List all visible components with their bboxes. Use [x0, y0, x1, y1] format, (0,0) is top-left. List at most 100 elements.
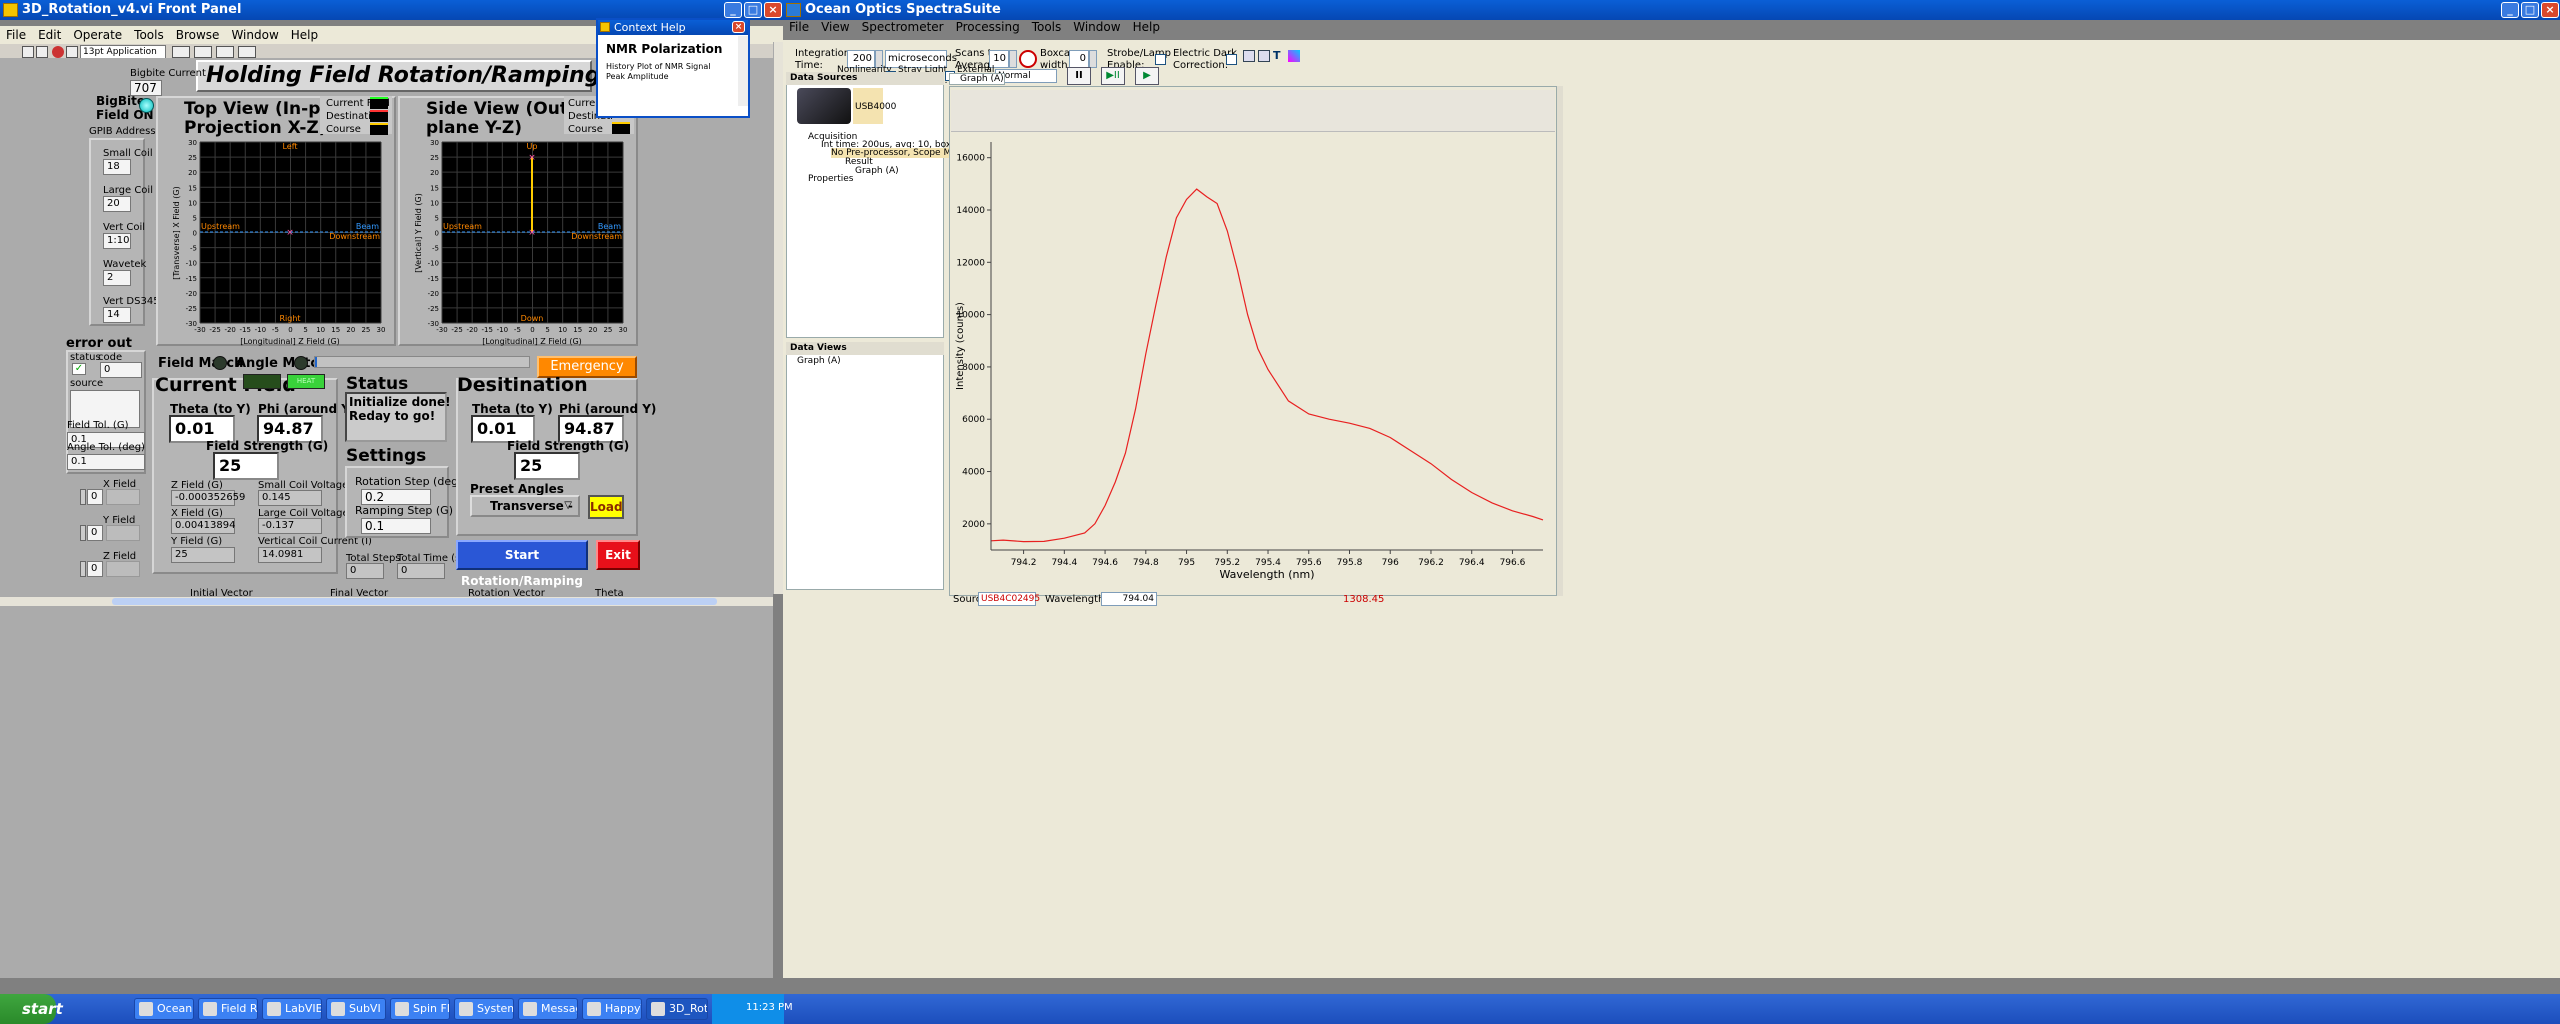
x-field-spinner-icon[interactable] [80, 489, 86, 505]
load-button[interactable]: Load [588, 495, 624, 519]
horizontal-scroll-thumb[interactable] [112, 598, 717, 605]
oo-menu-file[interactable]: File [789, 20, 809, 34]
y-tick-label: 12000 [956, 258, 985, 268]
ocean-app-icon [786, 3, 801, 17]
task-field-rotation[interactable]: Field Rota... [198, 998, 258, 1020]
task-message[interactable]: Message ... [518, 998, 578, 1020]
menu-edit[interactable]: Edit [38, 28, 61, 42]
task-happyvalley[interactable]: HappyVal... [582, 998, 642, 1020]
exit-button[interactable]: Exit [596, 540, 640, 570]
gpib-wavetek-value[interactable]: 2 [103, 270, 131, 286]
run-continuous-icon[interactable] [36, 46, 48, 58]
task-system-status[interactable]: System St... [454, 998, 514, 1020]
minimize-icon[interactable]: _ [724, 2, 742, 18]
tree-graph-a[interactable]: Graph (A) [855, 166, 899, 176]
menu-operate[interactable]: Operate [73, 28, 122, 42]
strobe-checkbox[interactable] [1155, 54, 1166, 65]
oo-menu-help[interactable]: Help [1133, 20, 1160, 34]
abort-icon[interactable] [52, 46, 64, 58]
color-icon[interactable] [1288, 50, 1300, 62]
wavelength-input[interactable]: 794.04 [1101, 592, 1157, 606]
context-help-close-icon[interactable]: × [732, 21, 745, 33]
distribute-icon[interactable] [194, 46, 212, 58]
gpib-wavetek-label: Wavetek [103, 259, 147, 270]
graph-tab[interactable]: Graph (A) [949, 73, 1005, 85]
gpib-large-coil-value[interactable]: 20 [103, 196, 131, 212]
dest-field-strength-value[interactable]: 25 [514, 452, 580, 480]
task-spin-flip[interactable]: Spin Flip S... [390, 998, 450, 1020]
z-field-value[interactable]: 0 [87, 561, 103, 577]
status-text: Initialize done! Reday to go! [349, 395, 451, 423]
pause-acquisition-icon[interactable]: II [1067, 67, 1091, 85]
electric-dark-checkbox[interactable] [1226, 54, 1237, 65]
oo-menu-tools[interactable]: Tools [1032, 20, 1062, 34]
labview-title-bar: 3D_Rotation_v4.vi Front Panel _ □ × [0, 0, 783, 20]
y-field-spinner-icon[interactable] [80, 525, 86, 541]
horizontal-scrollbar[interactable] [0, 596, 773, 606]
top-xtick-label: 10 [316, 326, 325, 334]
top-xtick-label: 20 [346, 326, 355, 334]
task-ocean-optics[interactable]: Ocean Op... [134, 998, 194, 1020]
table-icon[interactable] [1243, 50, 1255, 62]
ocean-minimize-icon[interactable]: _ [2501, 2, 2519, 18]
align-icon[interactable] [172, 46, 190, 58]
gpib-vert-ds345-value[interactable]: 14 [103, 307, 131, 323]
ramping-step-value[interactable]: 0.1 [361, 518, 431, 534]
task-subvi[interactable]: SubVI [326, 998, 386, 1020]
task-labview[interactable]: LabVIEW [262, 998, 322, 1020]
menu-file[interactable]: File [6, 28, 26, 42]
x-field-value[interactable]: 0 [87, 489, 103, 505]
intensity-readout: 1308.45 [1343, 594, 1385, 605]
single-acquisition-icon[interactable]: ▶II [1101, 67, 1125, 85]
stop-acquisition-icon[interactable] [1019, 50, 1037, 68]
angle-tol-value[interactable]: 0.1 [67, 454, 145, 470]
task-3d-label: 3D_Rotat... [669, 1002, 708, 1015]
oo-menu-view[interactable]: View [821, 20, 849, 34]
close-icon[interactable]: × [764, 2, 782, 18]
oo-menu-processing[interactable]: Processing [956, 20, 1020, 34]
font-selector[interactable]: 13pt Application Font [80, 45, 166, 69]
start-rotation-button[interactable]: Start Rotation/Ramping [456, 540, 588, 588]
ocean-close-icon[interactable]: × [2541, 2, 2559, 18]
menu-tools[interactable]: Tools [134, 28, 164, 42]
scans-spinner-icon[interactable] [1009, 50, 1017, 68]
maximize-icon[interactable]: □ [744, 2, 762, 18]
pause-icon[interactable] [66, 46, 78, 58]
menu-help[interactable]: Help [291, 28, 318, 42]
context-help-scrollbar[interactable] [738, 36, 748, 106]
z-field-spinner-icon[interactable] [80, 561, 86, 577]
side-xtick-label: 5 [545, 326, 549, 334]
menu-window[interactable]: Window [231, 28, 278, 42]
graph-tab-label: Graph (A) [960, 74, 1004, 84]
side-label-upstream: Upstream [443, 222, 482, 231]
resize-icon[interactable] [216, 46, 234, 58]
data-views-graph-item[interactable]: Graph (A) [797, 356, 841, 366]
rotation-step-value[interactable]: 0.2 [361, 489, 431, 505]
boxcar-input[interactable]: 0 [1069, 50, 1089, 68]
data-sources-header: Data Sources [786, 72, 944, 85]
ocean-maximize-icon[interactable]: □ [2521, 2, 2539, 18]
preset-angles-select[interactable]: Transverse - ▽ [470, 495, 580, 517]
oo-menu-spectrometer[interactable]: Spectrometer [862, 20, 944, 34]
oo-menu-window[interactable]: Window [1073, 20, 1120, 34]
oo-right-scrollbar[interactable] [1557, 86, 1563, 596]
text-tool-icon[interactable]: T [1273, 50, 1285, 62]
top-label-beam: Beam [356, 222, 379, 231]
menu-browse[interactable]: Browse [176, 28, 220, 42]
task-3d-rotation[interactable]: 3D_Rotat... [646, 998, 708, 1020]
side-origin-marker: × [528, 228, 536, 238]
top-view-plot: -30 -25 -20 -15 -10 -5 0 5 10 15 20 25 30 30 25 20 15 10 5… [172, 139, 385, 346]
gpib-vert-coil-value[interactable]: 1:10 [103, 233, 131, 249]
reorder-icon[interactable] [238, 46, 256, 58]
error-source-label: source [70, 378, 104, 389]
y-field-value[interactable]: 0 [87, 525, 103, 541]
gpib-small-coil-value[interactable]: 18 [103, 159, 131, 175]
source-select[interactable]: USB4C02495 [978, 592, 1040, 606]
boxcar-spinner-icon[interactable] [1089, 50, 1097, 68]
grid-icon[interactable] [1258, 50, 1270, 62]
run-arrow-icon[interactable] [22, 46, 34, 58]
play-acquisition-icon[interactable]: ▶ [1135, 67, 1159, 85]
vertical-scrollbar[interactable] [773, 42, 783, 594]
start-button[interactable]: start [0, 994, 63, 1024]
tree-properties[interactable]: Properties [808, 174, 853, 184]
